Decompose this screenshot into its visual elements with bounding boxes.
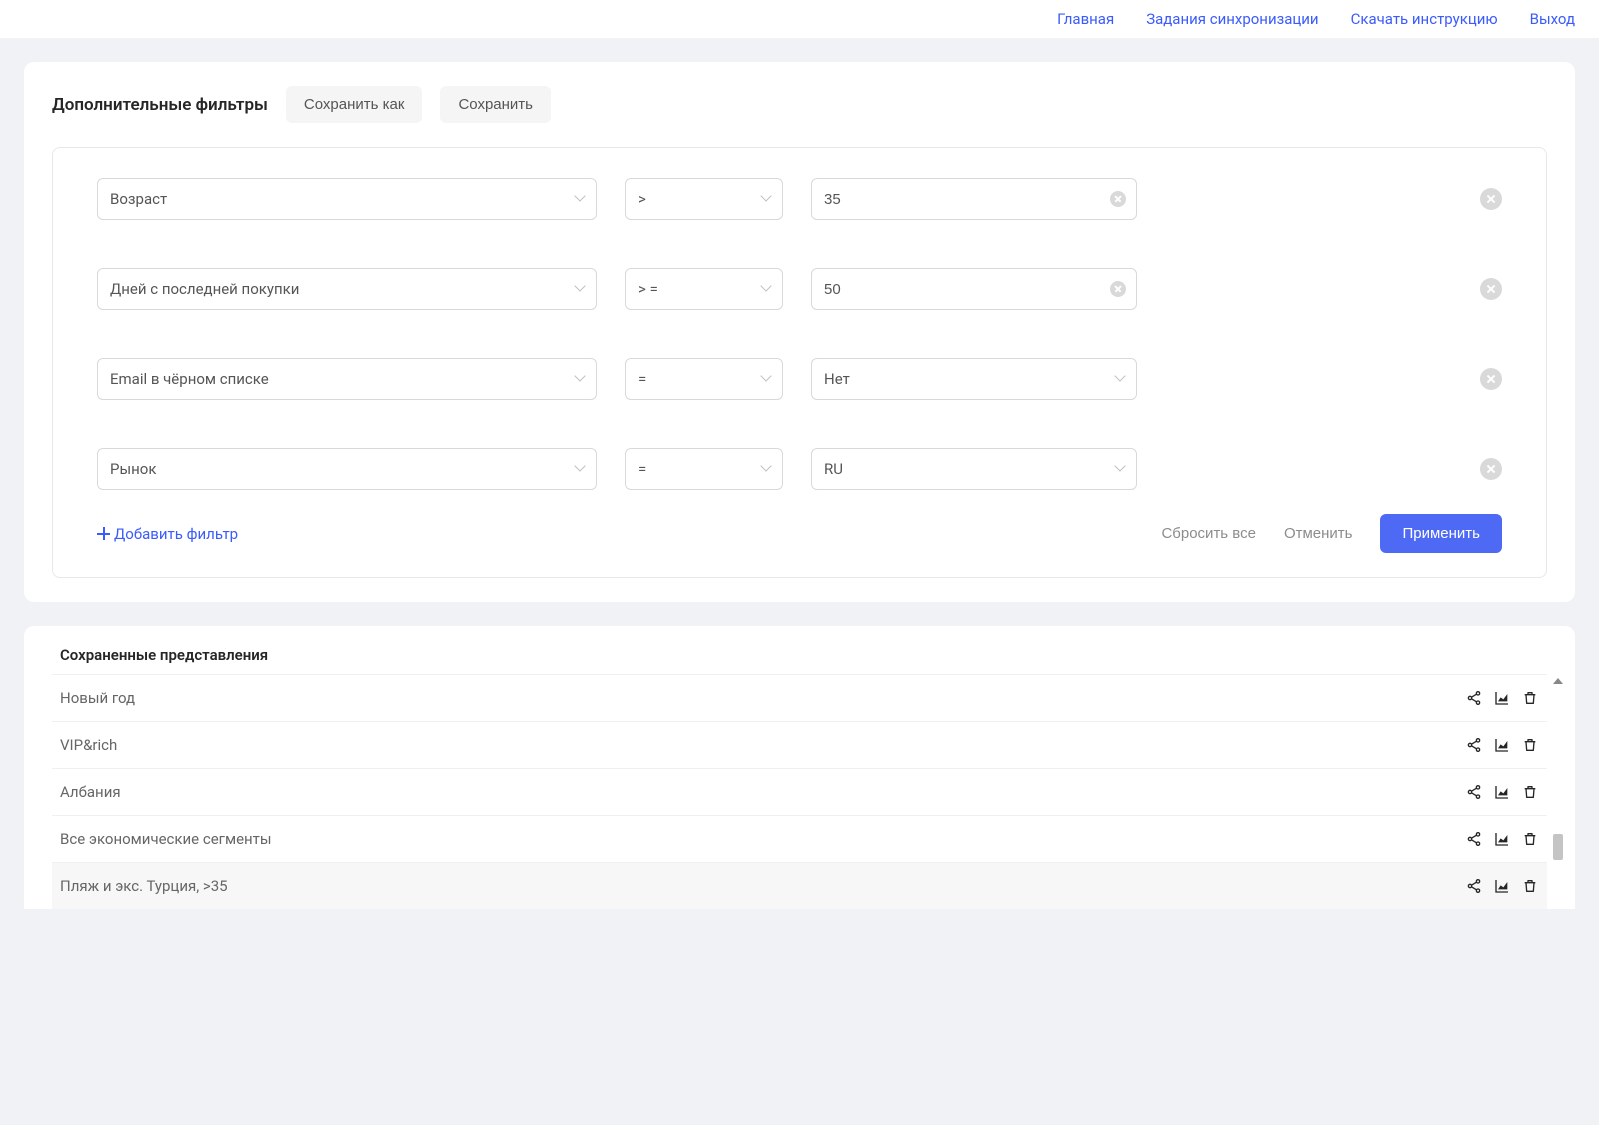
filter-field-value: Дней с последней покупки [110,280,299,298]
saved-view-item[interactable]: VIP&rich [52,721,1547,768]
filter-field-select[interactable]: Возраст [97,178,597,220]
add-filter-label: Добавить фильтр [114,525,238,543]
saved-view-name: Пляж и экс. Турция, >35 [60,877,1465,895]
chevron-down-icon [576,194,586,204]
chevron-down-icon [1116,464,1126,474]
chevron-down-icon [762,194,772,204]
chevron-down-icon [576,374,586,384]
filter-value-text: Нет [824,370,850,388]
trash-icon[interactable] [1521,783,1539,801]
share-icon[interactable] [1465,736,1483,754]
plus-icon [97,527,110,540]
remove-filter-icon[interactable] [1480,458,1502,480]
filter-value-text: RU [824,460,843,478]
clear-input-icon[interactable] [1110,191,1126,207]
footer-actions: Сбросить все Отменить Применить [1161,514,1502,553]
nav-download-instruction-link[interactable]: Скачать инструкцию [1351,10,1498,28]
saved-view-name: VIP&rich [60,736,1465,754]
saved-view-actions [1465,736,1539,754]
filter-operator-value: > = [638,280,658,298]
filter-operator-select[interactable]: = [625,448,783,490]
add-filter-button[interactable]: Добавить фильтр [97,525,238,543]
filter-value-input-wrapper [811,268,1137,310]
share-icon[interactable] [1465,830,1483,848]
filter-value-input-wrapper [811,178,1137,220]
chart-icon[interactable] [1493,689,1511,707]
chevron-down-icon [1116,374,1126,384]
chart-icon[interactable] [1493,736,1511,754]
saved-view-actions [1465,689,1539,707]
saved-views-card: Сохраненные представления Новый год VIP&r… [24,626,1575,909]
filter-value-input[interactable] [824,191,1124,208]
filter-value-input[interactable] [824,281,1124,298]
filter-operator-value: = [638,370,646,388]
chevron-down-icon [762,284,772,294]
save-button[interactable]: Сохранить [440,86,551,123]
chart-icon[interactable] [1493,783,1511,801]
remove-filter-icon[interactable] [1480,188,1502,210]
clear-input-icon[interactable] [1110,281,1126,297]
saved-view-actions [1465,877,1539,895]
saved-view-item[interactable]: Албания [52,768,1547,815]
filter-field-value: Возраст [110,190,167,208]
saved-view-item[interactable]: Новый год [52,674,1547,721]
saved-views-title: Сохраненные представления [52,646,1547,664]
filter-field-select[interactable]: Дней с последней покупки [97,268,597,310]
saved-views-list: Новый год VIP&rich Албания Все экономически… [52,674,1547,909]
filter-field-value: Email в чёрном списке [110,370,269,388]
chevron-down-icon [576,284,586,294]
saved-view-actions [1465,830,1539,848]
filter-field-select[interactable]: Рынок [97,448,597,490]
filter-operator-select[interactable]: > = [625,268,783,310]
remove-filter-icon[interactable] [1480,278,1502,300]
save-as-button[interactable]: Сохранить как [286,86,423,123]
filters-title: Дополнительные фильтры [52,95,268,115]
chevron-down-icon [762,374,772,384]
filters-footer: Добавить фильтр Сбросить все Отменить Пр… [97,514,1502,553]
filter-field-value: Рынок [110,460,156,478]
saved-view-name: Албания [60,783,1465,801]
apply-button[interactable]: Применить [1380,514,1502,553]
reset-all-button[interactable]: Сбросить все [1161,525,1255,542]
scroll-up-icon[interactable] [1553,678,1563,684]
scrollbar[interactable] [1549,674,1563,909]
filter-value-select[interactable]: RU [811,448,1137,490]
filters-card: Дополнительные фильтры Сохранить как Сох… [24,62,1575,602]
share-icon[interactable] [1465,877,1483,895]
chevron-down-icon [576,464,586,474]
chevron-down-icon [762,464,772,474]
filter-operator-value: > [638,190,646,208]
scroll-thumb[interactable] [1553,834,1563,860]
saved-view-item[interactable]: Все экономические сегменты [52,815,1547,862]
nav-home-link[interactable]: Главная [1057,10,1114,28]
filter-field-select[interactable]: Email в чёрном списке [97,358,597,400]
filters-header: Дополнительные фильтры Сохранить как Сох… [52,86,1547,123]
chart-icon[interactable] [1493,877,1511,895]
filters-box: Возраст > Дней с последней покупки > = Email… [52,147,1547,578]
nav-sync-tasks-link[interactable]: Задания синхронизации [1146,10,1318,28]
filter-row: Дней с последней покупки > = [97,268,1502,310]
cancel-button[interactable]: Отменить [1284,525,1353,542]
trash-icon[interactable] [1521,877,1539,895]
filter-value-select[interactable]: Нет [811,358,1137,400]
trash-icon[interactable] [1521,689,1539,707]
chart-icon[interactable] [1493,830,1511,848]
nav-logout-link[interactable]: Выход [1530,10,1575,28]
filter-row: Email в чёрном списке = Нет [97,358,1502,400]
remove-filter-icon[interactable] [1480,368,1502,390]
share-icon[interactable] [1465,783,1483,801]
trash-icon[interactable] [1521,830,1539,848]
top-nav: Главная Задания синхронизации Скачать ин… [0,0,1599,38]
filter-row: Рынок = RU [97,448,1502,490]
saved-view-item[interactable]: Пляж и экс. Турция, >35 [52,862,1547,909]
saved-view-actions [1465,783,1539,801]
filter-row: Возраст > [97,178,1502,220]
filter-operator-select[interactable]: = [625,358,783,400]
saved-view-name: Новый год [60,689,1465,707]
filter-operator-value: = [638,460,646,478]
saved-view-name: Все экономические сегменты [60,830,1465,848]
share-icon[interactable] [1465,689,1483,707]
filter-operator-select[interactable]: > [625,178,783,220]
trash-icon[interactable] [1521,736,1539,754]
